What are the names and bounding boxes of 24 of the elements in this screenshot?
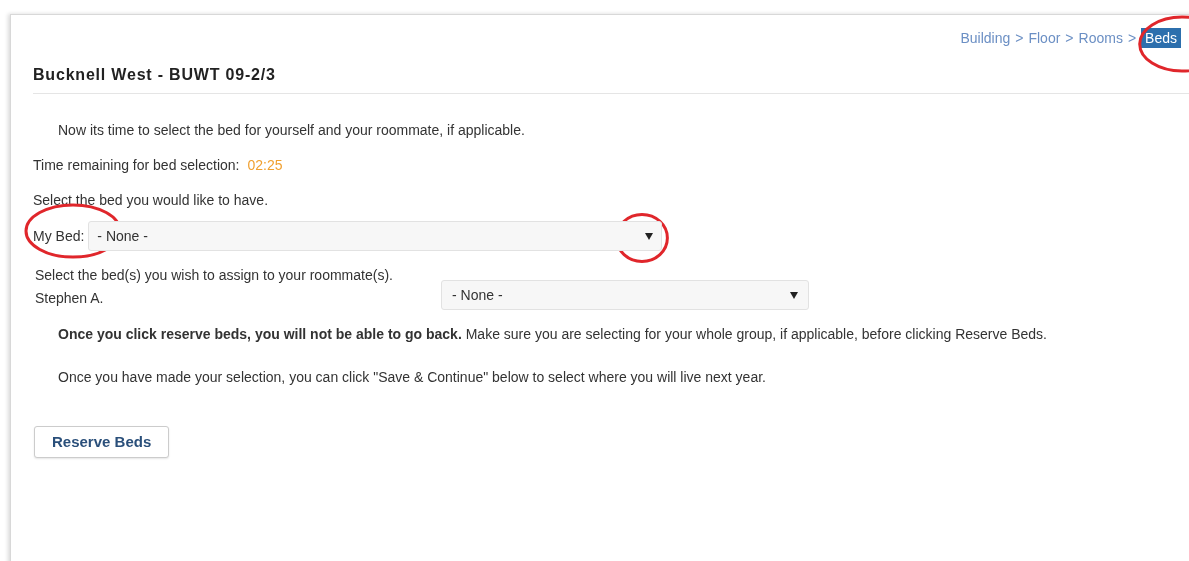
breadcrumb-separator: > [1065, 28, 1074, 48]
my-bed-prompt: Select the bed you would like to have. [33, 191, 270, 210]
intro-text: Now its time to select the bed for yourself and your roommate, if applicable. [58, 121, 526, 140]
roommate-prompt: Select the bed(s) you wish to assign to your roommate(s). [35, 266, 394, 285]
warning-text: Once you click reserve beds, you will not be able to go back. Make sure you are selecting for your whole group, if applicable, before clicking Reserve Beds. [58, 325, 1048, 344]
breadcrumb-link[interactable]: Rooms [1078, 29, 1123, 46]
breadcrumb-link[interactable]: Building [960, 29, 1011, 46]
my-bed-select[interactable]: - None - [88, 221, 663, 251]
roommate-name: Stephen A. [35, 288, 105, 308]
roommate-bed-select[interactable]: - None - [441, 280, 809, 310]
breadcrumb-link[interactable]: Floor [1028, 29, 1061, 46]
breadcrumb-separator: > [1127, 28, 1137, 48]
dropdown-arrow-icon [645, 232, 654, 240]
breadcrumb-link[interactable]: Beds [1141, 27, 1181, 48]
select-value: - None - [452, 285, 503, 305]
save-note: Once you have made your selection, you can click "Save & Continue" below to select where you will live next year. [58, 368, 767, 387]
timer-label: Time remaining for bed selection: [33, 156, 240, 175]
reserve-beds-button[interactable]: Reserve Beds [34, 426, 170, 458]
dropdown-arrow-icon [790, 291, 798, 299]
timer-value: 02:25 [247, 156, 283, 175]
my-bed-label: My Bed: [33, 227, 85, 244]
breadcrumb-separator: > [1015, 28, 1024, 48]
select-value: - None - [97, 226, 148, 246]
page-title: Bucknell West - BUWT 09-2/3 [33, 65, 277, 85]
